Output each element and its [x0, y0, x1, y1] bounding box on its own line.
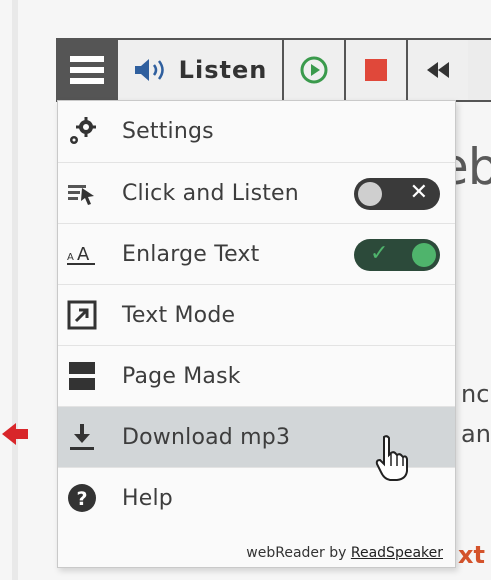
background-text-fragment: nc	[461, 380, 490, 408]
play-icon	[300, 56, 328, 84]
toggle-off-x-icon: ✕	[409, 180, 428, 205]
webreader-menu: Settings Click and Listen ✕ A A Enlarge …	[57, 100, 456, 568]
hamburger-icon	[70, 56, 104, 84]
readspeaker-link[interactable]: ReadSpeaker	[351, 545, 443, 561]
webreader-toolbar: Listen	[56, 38, 491, 102]
speaker-icon	[134, 59, 164, 81]
menu-item-label: Text Mode	[122, 302, 236, 328]
menu-item-label: Settings	[122, 119, 214, 144]
menu-item-enlarge-text[interactable]: A A Enlarge Text ✓	[58, 223, 455, 284]
menu-item-label: Download mp3	[122, 424, 291, 450]
stop-icon	[365, 59, 387, 81]
toggle-knob	[358, 182, 382, 206]
text-mode-icon	[67, 300, 97, 330]
menu-button[interactable]	[58, 40, 118, 100]
page-mask-icon	[69, 362, 95, 390]
menu-footer: webReader by ReadSpeaker	[58, 545, 455, 561]
footer-prefix: webReader by	[246, 545, 351, 561]
menu-item-text-mode[interactable]: Text Mode	[58, 284, 455, 345]
rewind-button[interactable]	[408, 40, 468, 100]
menu-item-label: Page Mask	[122, 363, 241, 389]
toggle-knob	[412, 243, 436, 267]
menu-item-label: Enlarge Text	[122, 241, 260, 267]
background-text-fragment: an	[461, 420, 491, 448]
svg-text:A: A	[67, 252, 74, 263]
menu-item-page-mask[interactable]: Page Mask	[58, 345, 455, 406]
red-pointer-arrow-icon	[2, 423, 28, 445]
menu-item-click-and-listen[interactable]: Click and Listen ✕	[58, 162, 455, 223]
svg-text:?: ?	[76, 488, 87, 510]
menu-item-settings[interactable]: Settings	[58, 101, 455, 162]
gear-icon	[70, 117, 96, 144]
left-border	[12, 0, 18, 580]
toggle-on-check-icon: ✓	[370, 241, 389, 266]
menu-item-label: Help	[122, 485, 173, 511]
click-listen-icon	[68, 185, 94, 205]
background-link-fragment[interactable]: xt	[458, 541, 485, 569]
enlarge-text-toggle[interactable]: ✓	[354, 239, 440, 271]
click-and-listen-toggle[interactable]: ✕	[354, 178, 440, 210]
rewind-icon	[427, 62, 449, 78]
svg-text:A: A	[77, 244, 90, 265]
stop-button[interactable]	[346, 40, 408, 100]
play-button[interactable]	[284, 40, 346, 100]
menu-item-label: Click and Listen	[122, 180, 299, 206]
download-icon	[70, 424, 94, 450]
help-icon: ?	[68, 484, 96, 512]
listen-label: Listen	[178, 56, 268, 84]
enlarge-text-icon: A A	[67, 244, 95, 265]
hand-cursor-icon	[375, 435, 408, 481]
listen-button[interactable]: Listen	[118, 40, 284, 100]
